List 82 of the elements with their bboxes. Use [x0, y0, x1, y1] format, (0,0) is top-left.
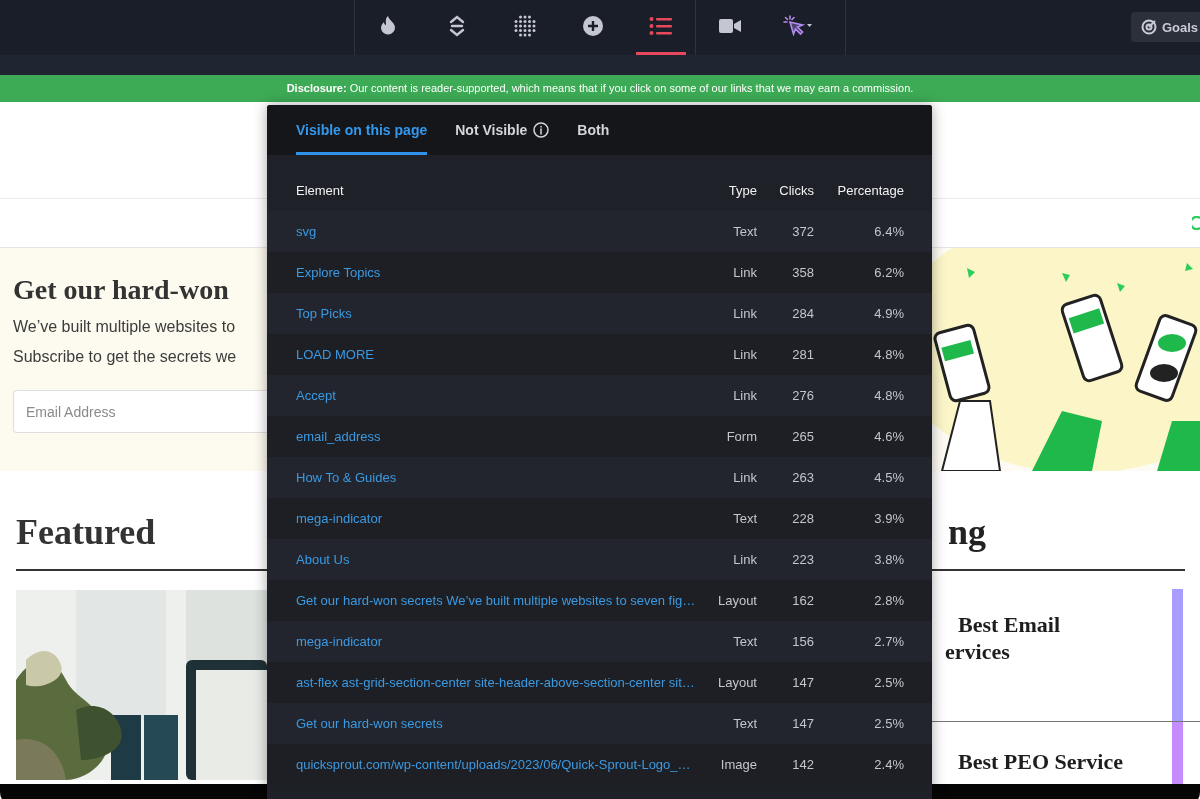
panel-tab[interactable]: Not Visible: [455, 105, 550, 155]
newsletter-heading: Get our hard-won: [13, 274, 229, 306]
percentage-cell-text: 4.9%: [873, 306, 904, 321]
percentage-cell-text: 4.8%: [873, 388, 904, 403]
clicks-cell-text: 284: [791, 306, 814, 321]
clicks-cell-text: 276: [791, 388, 814, 403]
percentage-cell-text: 6.2%: [873, 265, 904, 280]
type-cell-text: Text: [732, 716, 757, 731]
percentage-cell-text: 4.6%: [873, 429, 904, 444]
element-link[interactable]: Get our hard-won secrets We’ve built multiple websites to seven fig…: [296, 593, 696, 608]
element-link[interactable]: About Us: [296, 552, 350, 567]
featured-heading: Featured: [16, 511, 156, 553]
email-field[interactable]: Email Address: [13, 390, 269, 433]
disclosure-text: Disclosure: Our content is reader-supported, which means that if you click on some of our links that we may earn a commission.: [0, 75, 1200, 102]
percentage-cell-text: 2.8%: [873, 593, 904, 608]
percentage-cell-text: 3.8%: [873, 552, 904, 567]
list-icon: [649, 16, 673, 36]
type-cell-text: Form: [725, 429, 757, 444]
element-link[interactable]: Accept: [296, 388, 336, 403]
newsletter-text: Subscribe to get the secrets we: [13, 347, 237, 366]
target-icon: [1140, 19, 1157, 35]
info-icon: [533, 122, 550, 138]
goals-button[interactable]: Goals: [1130, 12, 1200, 42]
type-cell-text: Text: [732, 224, 757, 239]
percentage-cell-text: 2.5%: [873, 675, 904, 690]
clicks-cell-text: 162: [791, 593, 814, 608]
column-header: Percentage: [836, 182, 904, 198]
element-link[interactable]: quicksprout.com/wp-content/uploads/2023/06/Quick-Sprout-Logo_…: [296, 757, 691, 772]
percentage-cell-text: 6.4%: [873, 224, 904, 239]
cursor-click-icon: [783, 15, 813, 37]
clicks-cell-text: 147: [791, 675, 814, 690]
trending-heading: ng: [948, 511, 987, 553]
article-title[interactable]: ervices: [945, 638, 1010, 665]
chevrons-up-down-icon: [449, 14, 465, 38]
clicks-cell-text: 263: [791, 470, 814, 485]
element-link[interactable]: mega-indicator: [296, 511, 382, 526]
column-header: Element: [296, 182, 345, 198]
clicks-cell-text: 281: [791, 347, 814, 362]
clicks-cell-text: 228: [791, 511, 814, 526]
type-cell-text: Link: [732, 388, 757, 403]
type-cell-text: Text: [732, 511, 757, 526]
clicks-cell-text: 223: [791, 552, 814, 567]
panel-tab[interactable]: Visible on this page: [296, 105, 428, 155]
element-link[interactable]: mega-indicator: [296, 634, 382, 649]
type-cell-text: Link: [732, 265, 757, 280]
element-link[interactable]: How To & Guides: [296, 470, 397, 485]
plus-circle-icon: [582, 15, 604, 37]
type-cell-text: Link: [732, 470, 757, 485]
clicks-cell-text: 372: [791, 224, 814, 239]
clicks-cell-text: 142: [791, 757, 814, 772]
element-link[interactable]: LOAD MORE: [296, 347, 374, 362]
article-title[interactable]: Best Email: [958, 611, 1061, 638]
type-cell-text: Layout: [716, 675, 757, 690]
clicks-cell-text: 156: [791, 634, 814, 649]
column-header: Clicks: [778, 182, 814, 198]
percentage-cell-text: 4.8%: [873, 347, 904, 362]
clicks-cell-text: 265: [791, 429, 814, 444]
newsletter-text: We’ve built multiple websites to: [13, 317, 236, 336]
article-title[interactable]: Best PEO Service: [958, 748, 1123, 775]
type-cell-text: Image: [719, 757, 757, 772]
clicks-cell-text: 358: [791, 265, 814, 280]
type-cell-text: Link: [732, 552, 757, 567]
element-link[interactable]: Get our hard-won secrets: [296, 716, 443, 731]
dot-grid-icon: [514, 15, 536, 37]
column-header: Type: [727, 182, 757, 198]
type-cell-text: Link: [732, 306, 757, 321]
element-link[interactable]: ast-flex ast-grid-section-center site-header-above-section-center sit…: [296, 675, 695, 690]
element-link[interactable]: email_address: [296, 429, 381, 444]
type-cell-text: Text: [732, 634, 757, 649]
percentage-cell-text: 3.9%: [873, 511, 904, 526]
clicks-cell-text: 147: [791, 716, 814, 731]
percentage-cell-text: 2.5%: [873, 716, 904, 731]
type-cell-text: Layout: [716, 593, 757, 608]
video-camera-icon: [719, 19, 741, 33]
percentage-cell-text: 4.5%: [873, 470, 904, 485]
element-link[interactable]: Top Picks: [296, 306, 352, 321]
element-link[interactable]: Explore Topics: [296, 265, 381, 280]
type-cell-text: Link: [732, 347, 757, 362]
panel-tab[interactable]: Both: [577, 105, 610, 155]
percentage-cell-text: 2.4%: [873, 757, 904, 772]
element-link[interactable]: svg: [296, 224, 317, 239]
percentage-cell-text: 2.7%: [873, 634, 904, 649]
